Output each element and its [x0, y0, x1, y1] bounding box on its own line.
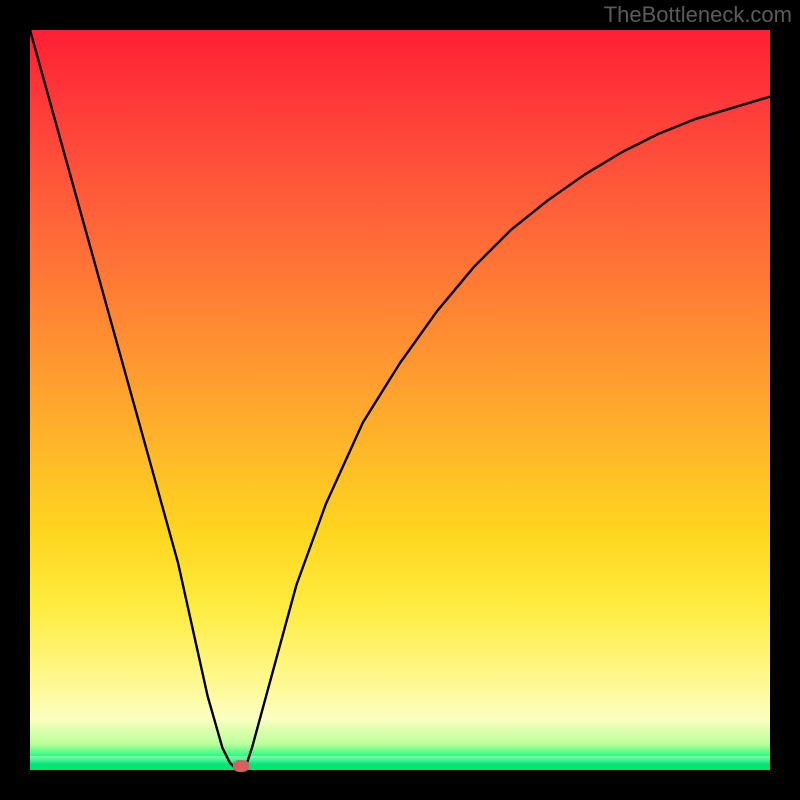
attribution-text: TheBottleneck.com	[604, 2, 792, 28]
bottleneck-curve	[30, 30, 770, 770]
plot-area	[30, 30, 770, 770]
curve-svg	[30, 30, 770, 770]
minimum-marker	[233, 760, 249, 772]
chart-frame: TheBottleneck.com	[0, 0, 800, 800]
